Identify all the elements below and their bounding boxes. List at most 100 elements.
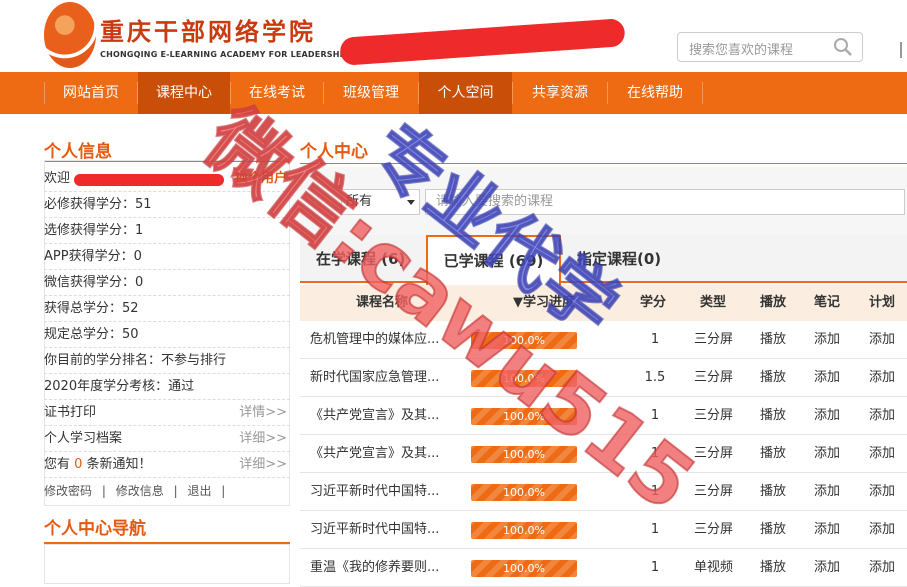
- edit-info-link[interactable]: 修改信息: [116, 484, 164, 498]
- course-table-header: 课程名称 ▼学习进度 学分 类型 播放 笔记 计划: [300, 285, 907, 321]
- notice-row: 您有 0 条新通知！ 详细>>: [44, 452, 290, 478]
- nav-shared-resources[interactable]: 共享资源: [513, 72, 607, 114]
- add-note-link[interactable]: 添加: [814, 321, 840, 359]
- personal-nav-title: 个人中心导航: [44, 519, 146, 539]
- cert-print-detail-link[interactable]: 详情>>: [239, 400, 287, 425]
- required-total-row: 规定总学分：50: [44, 322, 290, 348]
- add-plan-link[interactable]: 添加: [869, 321, 895, 359]
- table-row: 《共产党宣言》及其... 100.0% 1 三分屏 播放 添加 添加: [300, 397, 907, 435]
- nav-divider: [702, 82, 703, 104]
- window-edge-icon: [900, 42, 907, 58]
- header-progress[interactable]: ▼学习进度: [513, 285, 575, 321]
- link-separator: |: [173, 484, 178, 498]
- tab-in-progress[interactable]: 在学课程 (6): [316, 235, 405, 283]
- add-plan-link[interactable]: 添加: [869, 435, 895, 473]
- header-course-name: 课程名称: [356, 295, 409, 310]
- redacted-username: [74, 174, 224, 186]
- type-cell: 单视频: [694, 560, 734, 575]
- add-plan-link[interactable]: 添加: [869, 397, 895, 435]
- add-note-link[interactable]: 添加: [814, 397, 840, 435]
- header-credit: 学分: [640, 295, 667, 310]
- course-search-input[interactable]: 请输入要搜索的课程: [425, 189, 905, 215]
- type-cell: 三分屏: [694, 332, 734, 347]
- learning-archive-label[interactable]: 个人学习档案: [44, 431, 122, 446]
- tab-assigned[interactable]: 指定课程(0): [577, 235, 661, 283]
- learning-archive-row: 个人学习档案 详细>>: [44, 426, 290, 452]
- add-note-link[interactable]: 添加: [814, 549, 840, 587]
- header-plan: 计划: [869, 295, 896, 310]
- play-link[interactable]: 播放: [760, 511, 786, 549]
- site-search-input[interactable]: 搜索您喜欢的课程: [677, 32, 863, 62]
- logout-link[interactable]: 退出: [187, 484, 211, 498]
- elective-credit-row: 选修获得学分：1: [44, 218, 290, 244]
- add-plan-link[interactable]: 添加: [869, 511, 895, 549]
- course-filter-value: 所有: [346, 194, 373, 209]
- nav-home[interactable]: 网站首页: [45, 72, 137, 114]
- type-cell: 三分屏: [694, 484, 734, 499]
- app-credit-row: APP获得学分：0: [44, 244, 290, 270]
- course-filter-select[interactable]: 所有: [341, 189, 420, 215]
- credit-rank-row: 你目前的学分排名：不参与排行: [44, 348, 290, 374]
- add-note-link[interactable]: 添加: [814, 359, 840, 397]
- add-note-link[interactable]: 添加: [814, 511, 840, 549]
- section-underline: [300, 163, 907, 164]
- switch-user-link[interactable]: 换个用户: [235, 166, 287, 191]
- add-note-link[interactable]: 添加: [814, 435, 840, 473]
- type-cell: 三分屏: [694, 408, 734, 423]
- welcome-label: 欢迎: [44, 171, 71, 186]
- learning-archive-detail-link[interactable]: 详细>>: [239, 426, 287, 451]
- logo-title[interactable]: 重庆干部网络学院: [100, 12, 316, 47]
- nav-course-center[interactable]: 课程中心: [138, 72, 230, 114]
- type-cell: 三分屏: [694, 446, 734, 461]
- welcome-row: 欢迎 换个用户: [44, 166, 290, 192]
- type-cell: 三分屏: [694, 370, 734, 385]
- account-links-row: 修改密码 | 修改信息 | 退出 |: [44, 478, 290, 504]
- search-icon[interactable]: [833, 37, 853, 57]
- nav-online-exam[interactable]: 在线考试: [231, 72, 323, 114]
- header-type: 类型: [700, 295, 727, 310]
- table-row: 新时代国家应急管理... 100.0% 1.5 三分屏 播放 添加 添加: [300, 359, 907, 397]
- personal-center-title: 个人中心: [300, 142, 368, 162]
- table-row: 习近平新时代中国特... 100.0% 1 三分屏 播放 添加 添加: [300, 511, 907, 549]
- table-row: 危机管理中的媒体应... 100.0% 1 三分屏 播放 添加 添加: [300, 321, 907, 359]
- table-row: 《共产党宣言》及其... 100.0% 1 三分屏 播放 添加 添加: [300, 435, 907, 473]
- play-link[interactable]: 播放: [760, 549, 786, 587]
- course-tabs: 在学课程 (6) 已学课程 (69) 指定课程(0): [300, 235, 907, 285]
- link-separator: |: [101, 484, 106, 498]
- add-note-link[interactable]: 添加: [814, 473, 840, 511]
- redaction-scribble: [339, 18, 626, 66]
- total-credit-row: 获得总学分：52: [44, 296, 290, 322]
- add-plan-link[interactable]: 添加: [869, 359, 895, 397]
- play-link[interactable]: 播放: [760, 473, 786, 511]
- table-row: 重温《我的修养要则... 100.0% 1 单视频 播放 添加 添加: [300, 549, 907, 587]
- site-header: 重庆干部网络学院 CHONGQING E-LEARNING ACADEMY FO…: [0, 0, 907, 72]
- table-row: 习近平新时代中国特... 100.0% 1 三分屏 播放 添加 添加: [300, 473, 907, 511]
- add-plan-link[interactable]: 添加: [869, 549, 895, 587]
- header-notes: 笔记: [814, 295, 841, 310]
- cert-print-row: 证书打印 详情>>: [44, 400, 290, 426]
- cert-print-label[interactable]: 证书打印: [44, 405, 96, 420]
- link-separator: |: [221, 484, 226, 498]
- play-link[interactable]: 播放: [760, 435, 786, 473]
- nav-class-management[interactable]: 班级管理: [324, 72, 418, 114]
- site-search-placeholder: 搜索您喜欢的课程: [689, 43, 794, 58]
- nav-online-help[interactable]: 在线帮助: [608, 72, 702, 114]
- logo-emblem[interactable]: [44, 2, 96, 68]
- notice-detail-link[interactable]: 详细>>: [239, 452, 287, 477]
- main-nav: 网站首页 课程中心 在线考试 班级管理 个人空间 共享资源 在线帮助: [0, 72, 907, 114]
- type-cell: 三分屏: [694, 522, 734, 537]
- notice-suffix: 条新通知！: [82, 457, 152, 472]
- change-password-link[interactable]: 修改密码: [44, 484, 92, 498]
- tab-completed[interactable]: 已学课程 (69): [426, 235, 561, 285]
- personal-info-title: 个人信息: [44, 142, 112, 162]
- header-play: 播放: [760, 295, 787, 310]
- play-link[interactable]: 播放: [760, 397, 786, 435]
- required-credit-row: 必修获得学分：51: [44, 192, 290, 218]
- personal-info-list: 欢迎 换个用户 必修获得学分：51 选修获得学分：1 APP获得学分：0 微信获…: [44, 166, 290, 504]
- wechat-credit-row: 微信获得学分：0: [44, 270, 290, 296]
- add-plan-link[interactable]: 添加: [869, 473, 895, 511]
- play-link[interactable]: 播放: [760, 321, 786, 359]
- annual-assessment-row: 2020年度学分考核：通过: [44, 374, 290, 400]
- nav-personal-space[interactable]: 个人空间: [419, 72, 512, 114]
- play-link[interactable]: 播放: [760, 359, 786, 397]
